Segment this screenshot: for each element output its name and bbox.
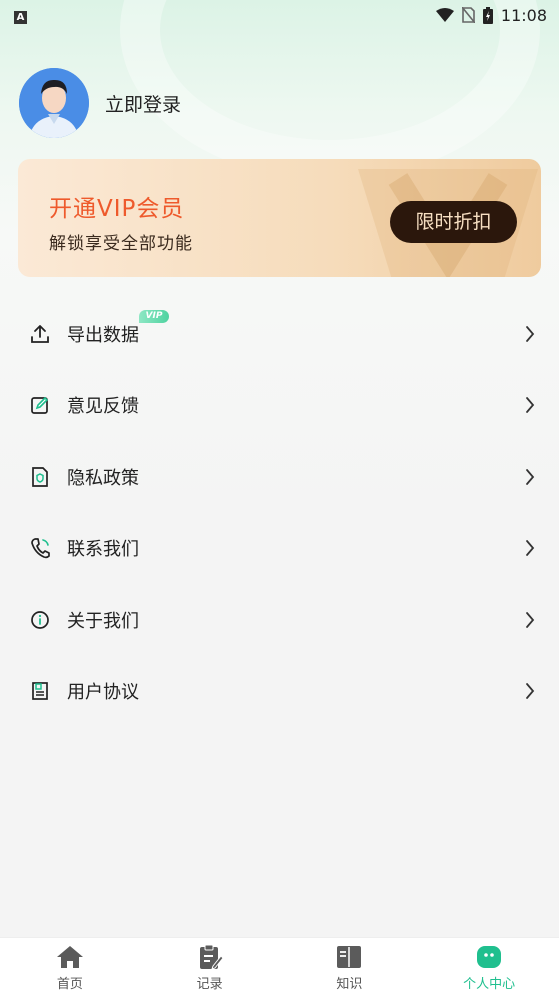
chevron-right-icon: [526, 397, 535, 414]
avatar[interactable]: [19, 68, 89, 138]
tab-profile-center[interactable]: 个人中心: [419, 938, 559, 995]
chevron-right-icon: [526, 683, 535, 700]
menu-item-user-agreement[interactable]: 用户协议: [0, 656, 559, 728]
settings-menu: 导出数据 VIP 意见反馈 隐私政策 联系我们 关于我们 用户协议: [0, 298, 559, 727]
battery-icon: [482, 6, 493, 24]
status-left: A: [14, 6, 27, 24]
tab-label: 个人中心: [463, 977, 516, 992]
chevron-right-icon: [526, 468, 535, 485]
tab-record[interactable]: 记录: [140, 938, 280, 995]
avatar-image: [19, 68, 89, 138]
tab-label: 记录: [196, 977, 223, 992]
profile-center-icon: [477, 946, 502, 968]
limited-discount-button[interactable]: 限时折扣: [390, 201, 517, 243]
menu-item-label: 联系我们: [67, 539, 139, 561]
bottom-tab-bar: 首页 记录 知识 个人中心: [0, 937, 559, 995]
tab-label: 知识: [336, 977, 363, 992]
profile-header[interactable]: 立即登录: [19, 68, 181, 138]
wifi-icon: [435, 8, 454, 22]
menu-item-label: 导出数据 VIP: [67, 309, 169, 347]
menu-item-label: 用户协议: [67, 682, 139, 704]
menu-item-about-us[interactable]: 关于我们: [0, 584, 559, 656]
vip-promo-card[interactable]: 开通VIP会员 解锁享受全部功能 限时折扣: [18, 159, 541, 277]
menu-item-label: 隐私政策: [67, 467, 139, 489]
home-icon: [56, 946, 83, 968]
status-right: 11:08: [435, 5, 547, 25]
no-sim-icon: [461, 7, 475, 23]
book-icon: [337, 946, 362, 968]
status-time: 11:08: [500, 5, 547, 25]
vip-subtitle: 解锁享受全部功能: [49, 234, 193, 254]
chevron-right-icon: [526, 325, 535, 342]
menu-item-feedback[interactable]: 意见反馈: [0, 370, 559, 442]
login-link[interactable]: 立即登录: [105, 90, 181, 117]
export-data-label: 导出数据: [67, 324, 139, 346]
info-icon: [29, 609, 51, 631]
vip-badge: VIP: [139, 309, 169, 323]
notification-indicator-icon: A: [14, 11, 27, 24]
menu-item-privacy-policy[interactable]: 隐私政策: [0, 441, 559, 513]
menu-item-export-data[interactable]: 导出数据 VIP: [0, 298, 559, 370]
menu-item-label: 关于我们: [67, 610, 139, 632]
agreement-icon: [29, 680, 51, 702]
tab-knowledge[interactable]: 知识: [280, 938, 420, 995]
tab-home[interactable]: 首页: [0, 938, 140, 995]
tab-label: 首页: [56, 977, 83, 992]
chevron-right-icon: [526, 611, 535, 628]
menu-item-label: 意见反馈: [67, 396, 139, 418]
phone-icon: [29, 537, 51, 559]
record-icon: [199, 944, 224, 970]
chevron-right-icon: [526, 540, 535, 557]
upload-icon: [29, 323, 51, 345]
status-bar: A 11:08: [0, 0, 559, 30]
menu-item-contact-us[interactable]: 联系我们: [0, 513, 559, 585]
vip-title: 开通VIP会员: [49, 196, 185, 222]
edit-icon: [29, 394, 51, 416]
privacy-doc-icon: [29, 466, 51, 488]
